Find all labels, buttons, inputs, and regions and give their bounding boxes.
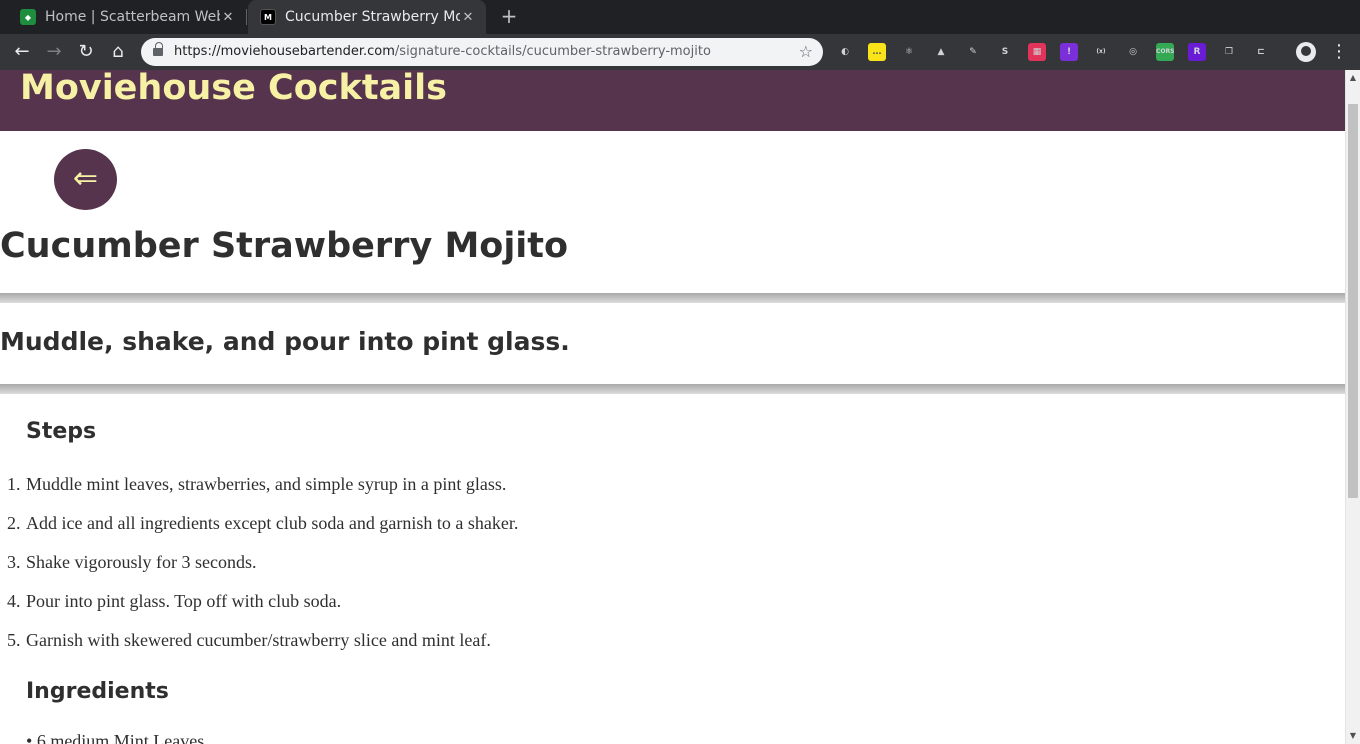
metamask-icon[interactable]: ▲ [932,43,950,61]
divider [0,384,1345,394]
method-summary: Muddle, shake, and pour into pint glass. [0,327,570,356]
s-extension-icon[interactable]: S [996,43,1014,61]
bookmark-star-icon[interactable]: ☆ [799,42,813,61]
home-icon[interactable]: ⌂ [106,40,130,64]
scatterbeam-favicon-icon: ◆ [20,9,36,25]
step-item: 1. Muddle mint leaves, strawberries, and … [0,473,900,512]
target-extension-icon[interactable]: ◎ [1124,43,1142,61]
pen-extension-icon[interactable]: ✎ [964,43,982,61]
browser-menu-icon[interactable]: ⋮ [1330,40,1348,64]
site-header: Moviehouse Cocktails [0,70,1345,131]
step-item: 3. Shake vigorously for 3 seconds. [0,551,900,590]
step-number: 4. [7,591,21,611]
lock-icon[interactable] [153,42,163,57]
r-extension-icon[interactable]: R [1188,43,1206,61]
close-icon[interactable]: ✕ [460,10,476,25]
cors-extension-icon[interactable]: CORS [1156,43,1174,61]
profile-avatar[interactable] [1296,42,1316,62]
back-arrow-icon[interactable]: ← [10,40,34,64]
step-item: 5. Garnish with skewered cucumber/strawbe… [0,629,900,668]
page-scrollbar[interactable]: ▲ ▼ [1345,70,1360,744]
contrast-extension-icon[interactable]: ◐ [836,43,854,61]
close-icon[interactable]: ✕ [220,10,236,25]
yellow-extension-icon[interactable]: … [868,43,886,61]
scrollbar-thumb[interactable] [1348,104,1358,498]
browser-toolbar: ← → ↻ ⌂ https://moviehousebartender.com/… [0,34,1360,70]
code-extension-icon[interactable]: (x) [1092,43,1110,61]
scroll-down-arrow-icon[interactable]: ▼ [1349,731,1357,740]
back-button[interactable]: ⇐ [54,149,117,210]
ingredient-text: 6 medium Mint Leaves [36,731,205,744]
site-title[interactable]: Moviehouse Cocktails [20,70,447,108]
page-viewport: Moviehouse Cocktails ⇐ Cucumber Strawber… [0,70,1345,744]
step-text: Garnish with skewered cucumber/strawberr… [26,630,491,650]
palette-extension-icon[interactable]: ▦ [1028,43,1046,61]
address-bar[interactable]: https://moviehousebartender.com/signatur… [141,38,823,66]
step-item: 2. Add ice and all ingredients except clu… [0,512,900,551]
url-host: https://moviehousebartender.com [174,44,395,59]
forward-arrow-icon[interactable]: → [42,40,66,64]
tab-strip: ◆ Home | Scatterbeam Web ✕ M Cucumber St… [0,0,1360,34]
ingredients-heading: Ingredients [26,679,169,704]
step-number: 2. [7,513,21,533]
step-number: 3. [7,552,21,572]
url-text[interactable]: https://moviehousebartender.com/signatur… [174,44,711,59]
purple-extension-icon[interactable]: ! [1060,43,1078,61]
tab-scatterbeam[interactable]: ◆ Home | Scatterbeam Web ✕ [8,0,246,34]
tab-separator [246,9,247,25]
moviehouse-favicon-icon: M [260,9,276,25]
page-title: Cucumber Strawberry Mojito [0,226,569,266]
tab-title: Cucumber Strawberry Mo [285,9,460,25]
ingredient-item: • 6 medium Mint Leaves [26,731,204,744]
step-number: 5. [7,630,21,650]
ingredients-list: • 6 medium Mint Leaves [26,731,204,744]
step-text: Shake vigorously for 3 seconds. [26,552,257,572]
steps-list: 1. Muddle mint leaves, strawberries, and … [0,473,900,668]
step-number: 1. [7,474,21,494]
url-path: /signature-cocktails/cucumber-strawberry… [394,44,711,59]
step-text: Add ice and all ingredients except club … [26,513,519,533]
divider [0,293,1345,303]
tab-title: Home | Scatterbeam Web [45,9,220,25]
react-devtools-icon[interactable]: ⚛ [900,43,918,61]
step-item: 4. Pour into pint glass. Top off with clu… [0,590,900,629]
windows-extension-icon[interactable]: ❐ [1220,43,1238,61]
scroll-up-arrow-icon[interactable]: ▲ [1349,73,1357,82]
reload-icon[interactable]: ↻ [74,40,98,64]
step-text: Muddle mint leaves, strawberries, and si… [26,474,507,494]
tab-cucumber-strawberry-mojito[interactable]: M Cucumber Strawberry Mo ✕ [248,0,486,34]
new-tab-button[interactable]: + [498,5,520,27]
step-text: Pour into pint glass. Top off with club … [26,591,342,611]
steps-heading: Steps [26,419,97,444]
cast-extension-icon[interactable]: ⊏ [1252,43,1270,61]
